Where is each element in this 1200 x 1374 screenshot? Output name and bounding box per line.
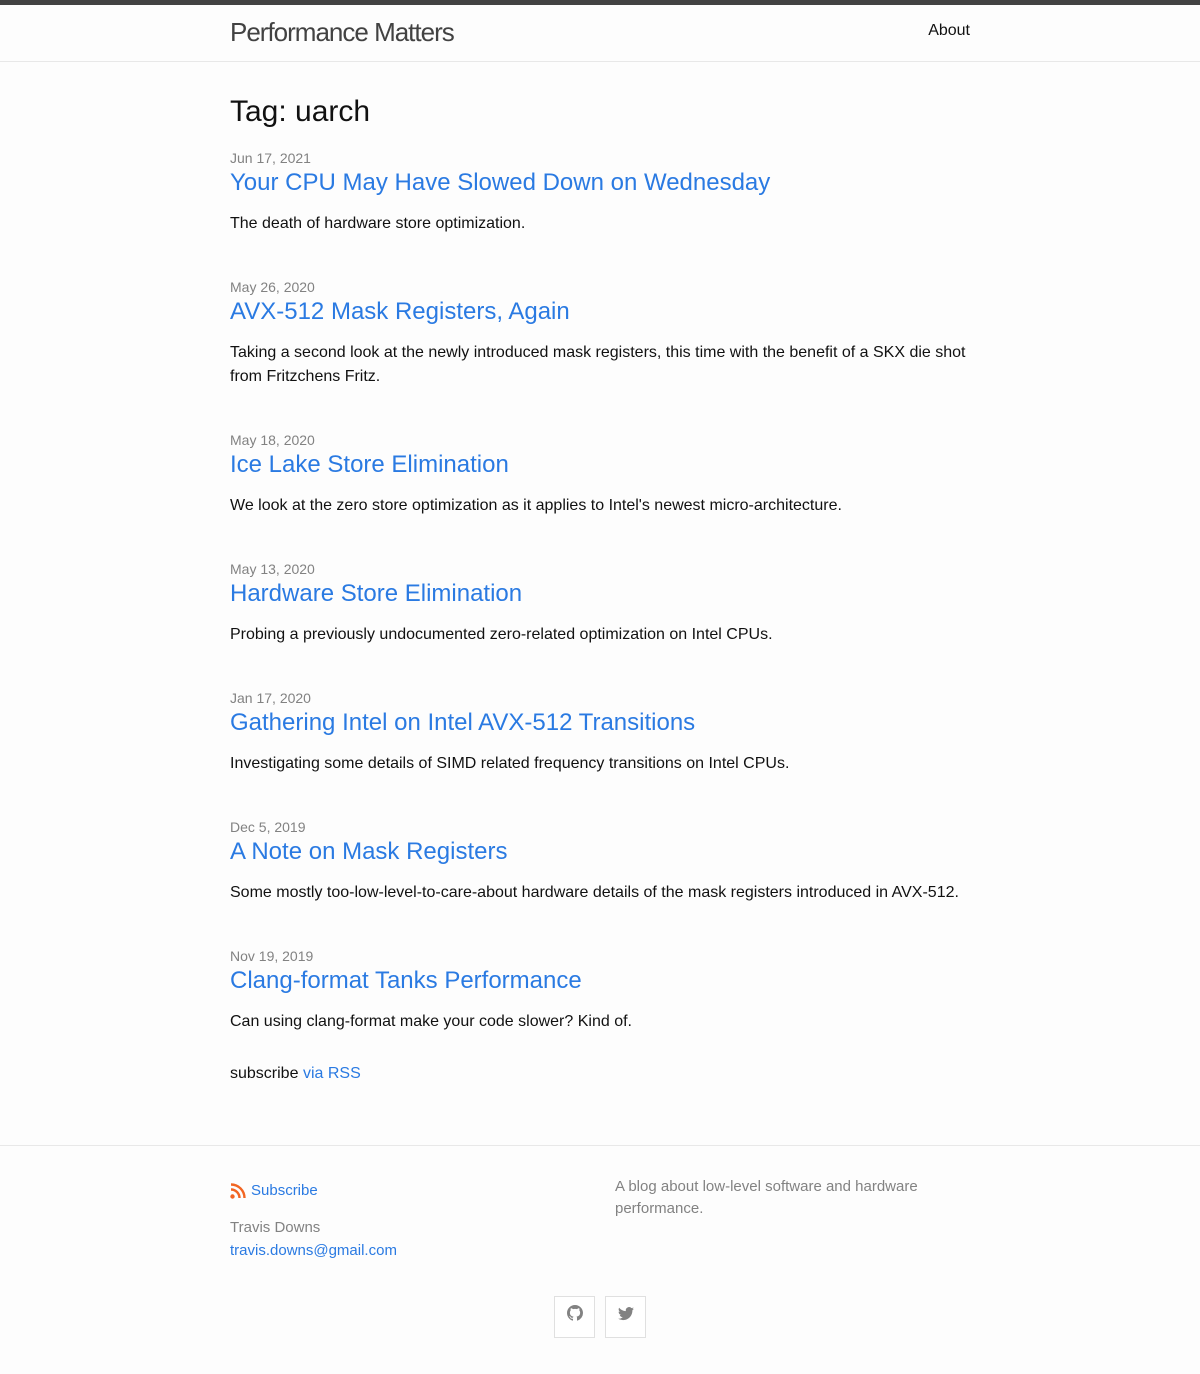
nav-about-link[interactable]: About	[928, 22, 970, 39]
rss-icon	[230, 1183, 246, 1199]
site-footer: Subscribe Travis Downs travis.downs@gmai…	[0, 1145, 1200, 1374]
page-title: Tag: uarch	[230, 95, 371, 128]
twitter-icon	[617, 1305, 634, 1329]
post-date: May 18, 2020	[230, 432, 315, 448]
post-date: Jun 17, 2021	[230, 150, 311, 166]
site-header: Performance Matters About	[0, 5, 1200, 62]
footer-contact-column: Subscribe Travis Downs travis.downs@gmai…	[230, 1180, 600, 1263]
footer-subscribe-label: Subscribe	[251, 1182, 318, 1199]
post-date: May 26, 2020	[230, 279, 315, 295]
main-content: Tag: uarch Jun 17, 2021 Your CPU May Hav…	[0, 62, 1200, 1086]
post-excerpt: Probing a previously undocumented zero-r…	[230, 626, 773, 643]
list-item: May 13, 2020 Hardware Store Elimination …	[230, 559, 970, 688]
list-item: Nov 19, 2019 Clang-format Tanks Performa…	[230, 946, 970, 1075]
post-date: Jan 17, 2020	[230, 690, 311, 706]
post-title-link[interactable]: Hardware Store Elimination	[230, 578, 522, 610]
post-title-link[interactable]: Clang-format Tanks Performance	[230, 965, 582, 997]
post-excerpt: Some mostly too-low-level-to-care-about …	[230, 884, 959, 901]
post-excerpt: Investigating some details of SIMD relat…	[230, 755, 790, 772]
post-title-link[interactable]: A Note on Mask Registers	[230, 836, 507, 868]
post-date: May 13, 2020	[230, 561, 315, 577]
post-excerpt: Taking a second look at the newly introd…	[230, 344, 966, 385]
github-button[interactable]	[554, 1296, 595, 1338]
footer-subscribe-link[interactable]: Subscribe	[230, 1180, 600, 1202]
author-name: Travis Downs	[230, 1219, 321, 1236]
list-item: May 18, 2020 Ice Lake Store Elimination …	[230, 430, 970, 559]
post-title-link[interactable]: Ice Lake Store Elimination	[230, 449, 509, 481]
post-date: Dec 5, 2019	[230, 819, 306, 835]
footer-description: A blog about low-level software and hard…	[615, 1178, 918, 1217]
post-excerpt: The death of hardware store optimization…	[230, 215, 526, 232]
social-links	[554, 1296, 646, 1338]
list-item: May 26, 2020 AVX-512 Mask Registers, Aga…	[230, 277, 970, 430]
post-list: Jun 17, 2021 Your CPU May Have Slowed Do…	[230, 148, 970, 1075]
post-excerpt: We look at the zero store optimization a…	[230, 497, 842, 514]
author-email-link[interactable]: travis.downs@gmail.com	[230, 1242, 397, 1259]
github-icon	[566, 1305, 583, 1329]
site-nav: About	[928, 21, 970, 41]
list-item: Jan 17, 2020 Gathering Intel on Intel AV…	[230, 688, 970, 817]
post-title-link[interactable]: AVX-512 Mask Registers, Again	[230, 296, 570, 328]
post-title-link[interactable]: Your CPU May Have Slowed Down on Wednesd…	[230, 167, 770, 199]
list-item: Jun 17, 2021 Your CPU May Have Slowed Do…	[230, 148, 970, 277]
site-title-link[interactable]: Performance Matters	[230, 15, 455, 49]
post-title-link[interactable]: Gathering Intel on Intel AVX-512 Transit…	[230, 707, 695, 739]
post-date: Nov 19, 2019	[230, 948, 314, 964]
twitter-button[interactable]	[605, 1296, 646, 1338]
list-item: Dec 5, 2019 A Note on Mask Registers Som…	[230, 817, 970, 946]
post-excerpt: Can using clang-format make your code sl…	[230, 1013, 632, 1030]
